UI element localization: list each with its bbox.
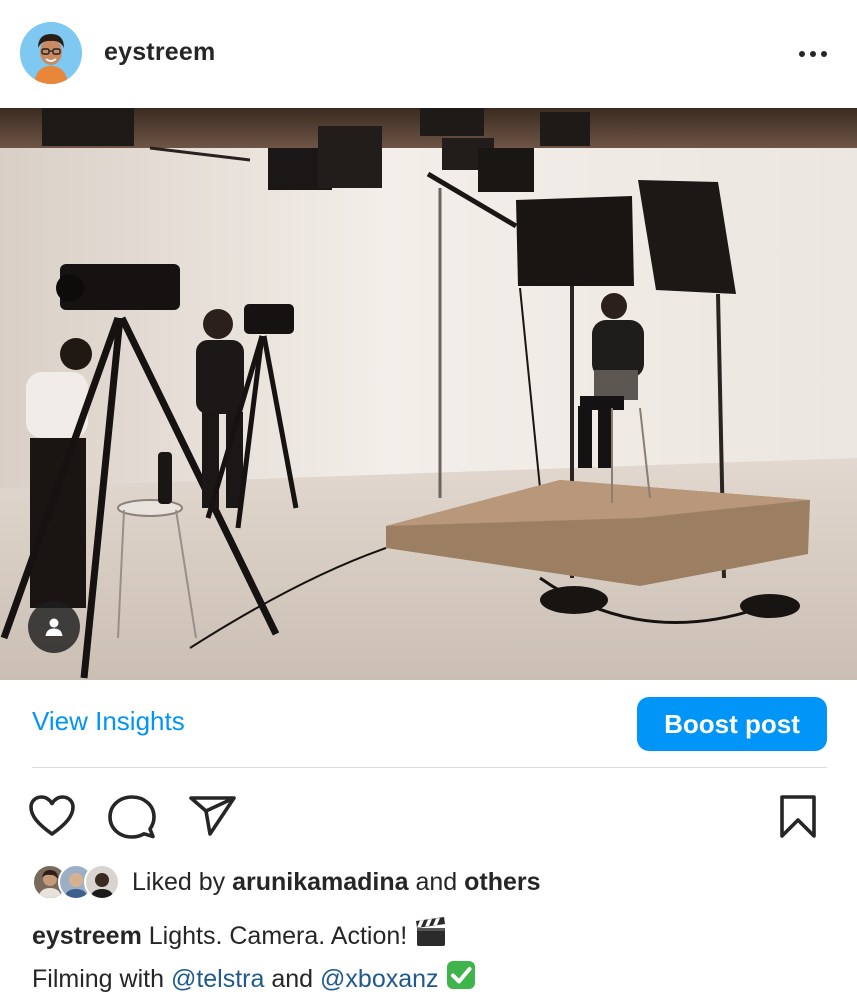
caption-line-1: eystreem Lights. Camera. Action! [32,916,832,959]
liker-avatars [32,863,120,901]
liked-username[interactable]: arunikamadina [232,868,408,896]
post-caption: eystreem Lights. Camera. Action! Filming… [32,916,832,1000]
liker-avatar [84,864,120,900]
liked-others-link[interactable]: others [464,868,540,896]
user-tag-icon[interactable] [28,601,80,653]
divider [32,767,827,768]
boost-post-button[interactable]: Boost post [637,697,827,751]
heart-icon[interactable] [28,794,76,843]
bookmark-icon[interactable] [776,794,820,845]
post-username[interactable]: eystreem [104,38,215,67]
caption-text: Lights. Camera. Action! [148,922,408,950]
caption-and: and [271,965,314,993]
caption-line-2: Filming with @telstra and @xboxanz [32,959,832,1000]
view-insights-link[interactable]: View Insights [32,706,185,737]
post-image[interactable] [0,108,857,680]
mention-telstra[interactable]: @telstra [171,965,264,993]
check-mark-icon [445,959,477,1000]
likes-text: Liked by arunikamadina and others [132,868,541,897]
comment-icon[interactable] [108,794,156,845]
caption-filming-with: Filming with [32,965,164,993]
more-horizontal-icon[interactable] [788,36,838,72]
liked-and: and [415,867,458,896]
caption-username[interactable]: eystreem [32,922,142,950]
mention-xboxanz[interactable]: @xboxanz [320,965,439,993]
post-header: eystreem [0,0,857,108]
clapperboard-icon [414,916,448,959]
likes-summary[interactable]: Liked by arunikamadina and others [32,862,541,902]
liked-prefix: Liked by [132,867,226,896]
profile-avatar[interactable] [20,22,82,84]
send-icon[interactable] [188,794,238,843]
